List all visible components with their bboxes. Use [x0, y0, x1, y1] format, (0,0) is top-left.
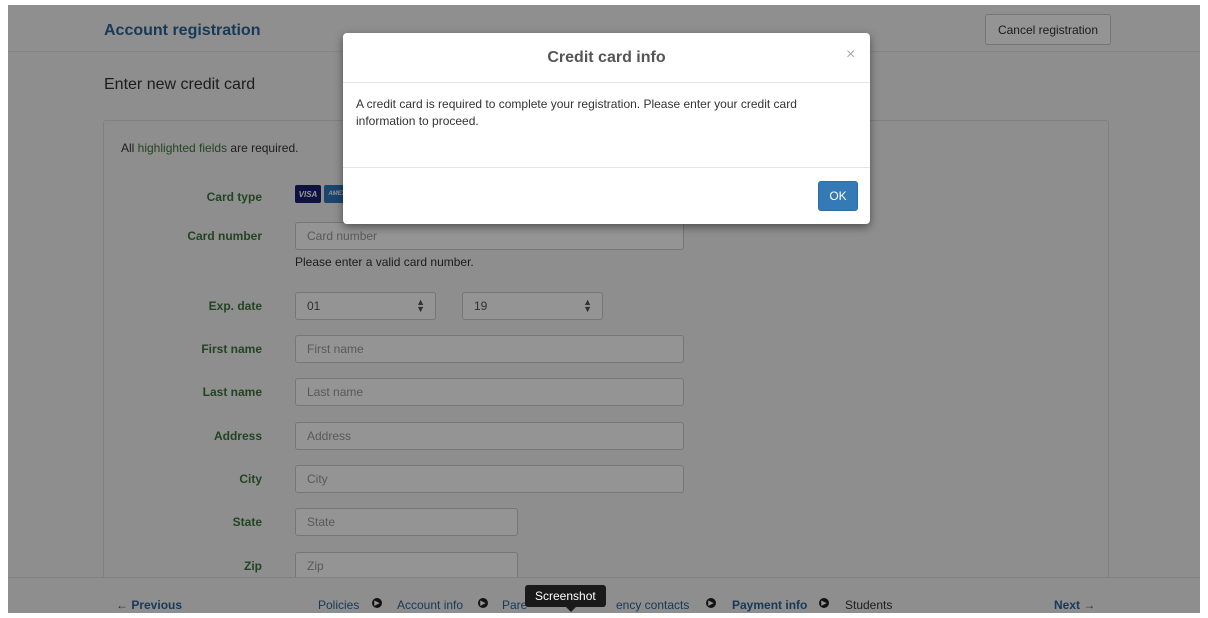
- screenshot-tooltip: Screenshot: [525, 585, 606, 607]
- modal-footer: OK: [343, 167, 870, 225]
- modal-message: A credit card is required to complete yo…: [356, 97, 797, 128]
- tooltip-arrow: [566, 607, 576, 612]
- registration-app: Account registration Cancel registration…: [8, 5, 1200, 613]
- modal-title: Credit card info: [547, 49, 666, 66]
- close-icon[interactable]: ×: [846, 46, 855, 64]
- credit-card-info-modal: Credit card info × A credit card is requ…: [343, 33, 870, 224]
- ok-button[interactable]: OK: [818, 181, 858, 211]
- modal-header: Credit card info ×: [343, 33, 870, 83]
